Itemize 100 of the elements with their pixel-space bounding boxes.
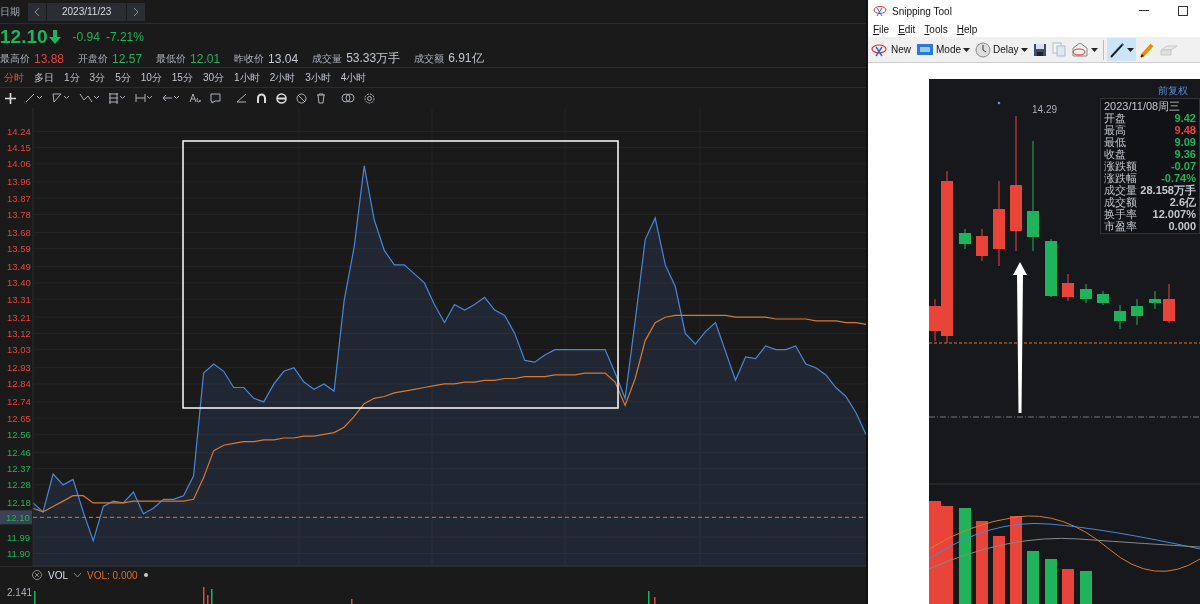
tooltip-label: 成交量	[1104, 184, 1137, 196]
price-marker: 12.10	[0, 510, 32, 525]
arrow-tool-icon[interactable]	[162, 93, 180, 103]
axis-tick-label: 13.31	[7, 293, 31, 305]
axis-tick-label: 12.74	[7, 396, 31, 408]
period-tab[interactable]: 3分	[85, 70, 110, 85]
comment-icon[interactable]	[210, 92, 221, 104]
stat-value: 12.01	[190, 51, 221, 66]
stat-value: 53.33万手	[346, 50, 401, 67]
tooltip-label: 收盘	[1104, 148, 1126, 160]
close-icon[interactable]	[32, 570, 42, 580]
menu-item[interactable]: Tools	[924, 24, 948, 35]
high-price-label: 14.29	[1032, 104, 1058, 115]
settings-icon[interactable]	[364, 92, 375, 104]
axis-tick-label: 11.99	[7, 531, 31, 543]
volume-bar	[1062, 569, 1074, 604]
candle	[1062, 273, 1074, 302]
volume-bar	[993, 536, 1005, 604]
save-icon	[1032, 42, 1047, 57]
period-tab[interactable]: 2小时	[265, 70, 300, 85]
hide-icon[interactable]	[296, 92, 307, 104]
price-adjust-link[interactable]: 前复权	[1158, 84, 1188, 98]
stat-value: 6.91亿	[448, 50, 484, 67]
axis-tick-label: 14.24	[7, 125, 31, 137]
tooltip-value: 9.48	[1174, 124, 1196, 136]
tooltip-label: 开盘	[1104, 112, 1126, 124]
pen-button[interactable]	[1106, 38, 1136, 61]
tooltip-label: 最高	[1104, 124, 1126, 136]
text-tool-icon[interactable]	[189, 93, 201, 103]
axis-tick-label: 12.93	[7, 362, 31, 374]
period-tab[interactable]: 多日	[30, 70, 58, 85]
axis-tick-label: 13.12	[7, 327, 31, 339]
angle-icon[interactable]	[236, 93, 247, 103]
period-tab[interactable]: 1分	[60, 70, 84, 85]
caret-icon[interactable]	[74, 572, 81, 578]
stat-label: 最低价	[156, 51, 187, 66]
pen-icon	[1108, 41, 1125, 58]
tooltip-label: 成交额	[1104, 196, 1137, 208]
fibonacci-tool-icon[interactable]	[108, 92, 126, 104]
axis-tick-label: 13.03	[7, 344, 31, 356]
tooltip-value: 0.000	[1168, 220, 1196, 232]
axis-tick-label: 14.15	[7, 142, 31, 154]
menu-item[interactable]: Help	[956, 24, 978, 35]
axis-tick-label: 11.90	[7, 547, 31, 559]
axis-tick-label: 12.65	[7, 412, 31, 424]
period-tab[interactable]: 分时	[0, 70, 28, 85]
price-change: -0.94	[72, 30, 100, 44]
candle	[1080, 283, 1092, 304]
mode-button[interactable]: Mode	[914, 38, 973, 61]
next-day-button[interactable]	[127, 2, 146, 21]
tooltip-value: 12.007%	[1152, 208, 1196, 220]
date-label: 日期	[0, 4, 20, 19]
highlighter-icon	[1138, 41, 1155, 58]
tooltip-date: 2023/11/08周三	[1104, 100, 1182, 112]
channel-tool-icon[interactable]	[52, 93, 70, 103]
tooltip-label: 换手率	[1104, 208, 1137, 220]
delay-button[interactable]: Delay	[973, 38, 1030, 61]
axis-tick-label: 13.68	[7, 226, 31, 238]
rectangle-mode-icon	[916, 43, 934, 56]
period-tab[interactable]: 10分	[136, 70, 166, 85]
move-icon[interactable]	[5, 92, 16, 104]
date-field[interactable]: 2023/11/23	[47, 2, 127, 21]
period-tab[interactable]: 5分	[111, 70, 135, 85]
period-tab[interactable]: 4小时	[336, 70, 371, 85]
stat-label: 最高价	[0, 51, 30, 66]
candle	[1163, 283, 1175, 324]
axis-tick-label: 12.56	[7, 428, 31, 440]
dot-icon	[143, 573, 148, 577]
indicator-reading: VOL: 0.000	[87, 569, 138, 581]
line-tool-icon[interactable]	[25, 93, 43, 103]
axis-tick-label: 13.21	[7, 311, 31, 323]
period-tab[interactable]: 1小时	[230, 70, 264, 85]
magnet-icon[interactable]	[256, 92, 267, 104]
previous-day-button[interactable]	[28, 2, 46, 21]
scissors-icon	[873, 5, 887, 17]
pattern-tool-icon[interactable]	[79, 93, 99, 103]
axis-tick-label: 12.18	[7, 497, 31, 509]
tooltip-label: 最低	[1104, 136, 1126, 148]
new-button[interactable]: New	[869, 38, 913, 61]
stat-label: 成交额	[414, 51, 445, 66]
axis-tick-label: 13.87	[7, 192, 31, 204]
tooltip-value: 9.36	[1174, 148, 1196, 160]
period-tab[interactable]: 30分	[198, 70, 229, 85]
marker-dot	[997, 101, 1001, 105]
tooltip-label: 市盈率	[1104, 220, 1137, 232]
period-tab[interactable]: 3小时	[301, 70, 335, 85]
lock-icon[interactable]	[276, 92, 287, 104]
candle	[976, 228, 988, 262]
link-icon[interactable]	[341, 93, 355, 103]
trash-icon[interactable]	[316, 92, 326, 104]
stat-label: 成交量	[312, 51, 343, 66]
axis-tick-label: 13.49	[7, 261, 31, 273]
stat-value: 13.04	[268, 51, 299, 66]
axis-tick-label: 14.06	[7, 158, 31, 170]
axis-tick-label: 12.84	[7, 378, 31, 390]
window-title: Snipping Tool	[892, 5, 952, 17]
measure-tool-icon[interactable]	[135, 93, 153, 103]
menu-item[interactable]: File	[873, 24, 890, 35]
period-tab[interactable]: 15分	[167, 70, 197, 85]
menu-item[interactable]: Edit	[898, 24, 916, 35]
